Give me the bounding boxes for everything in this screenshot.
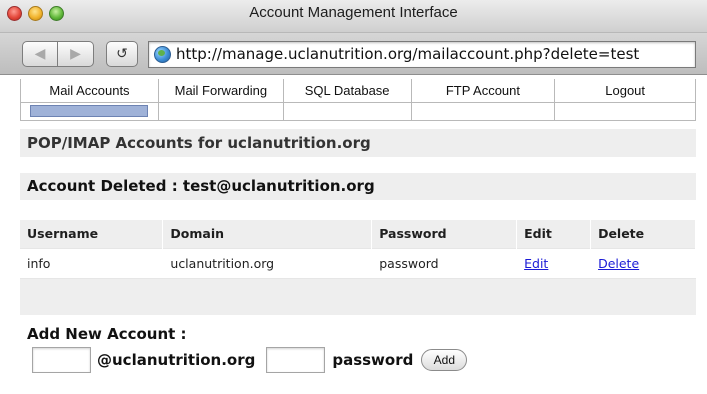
add-account-title: Add New Account : xyxy=(27,325,187,343)
column-header-delete: Delete xyxy=(590,220,696,248)
cell-username: info xyxy=(20,247,164,279)
empty-cell xyxy=(516,277,592,315)
domain-suffix-label: @uclanutrition.org xyxy=(97,351,256,369)
password-label: password xyxy=(332,351,414,369)
nav-spacer-cell xyxy=(282,102,412,121)
nav-mail-accounts[interactable]: Mail Accounts xyxy=(20,79,159,103)
edit-link[interactable]: Edit xyxy=(524,256,548,271)
accounts-table: Username Domain Password Edit Delete inf… xyxy=(20,220,696,315)
nav-mail-forwarding[interactable]: Mail Forwarding xyxy=(157,79,284,103)
main-nav: Mail Accounts Mail Forwarding SQL Databa… xyxy=(20,79,696,121)
cell-delete: Delete xyxy=(590,247,696,279)
column-header-domain: Domain xyxy=(162,220,373,248)
empty-cell xyxy=(371,277,518,315)
column-header-edit: Edit xyxy=(516,220,592,248)
table-row: info uclanutrition.org password Edit Del… xyxy=(20,247,696,279)
empty-cell xyxy=(162,277,373,315)
forward-button[interactable]: ▶ xyxy=(58,41,94,67)
add-button[interactable]: Add xyxy=(421,349,468,371)
new-password-input[interactable] xyxy=(266,347,326,373)
window-title: Account Management Interface xyxy=(249,4,458,21)
back-button[interactable]: ◀ xyxy=(22,41,58,67)
cell-password: password xyxy=(371,247,518,279)
browser-toolbar: ◀ ▶ ↺ http://manage.uclanutrition.org/ma… xyxy=(0,33,707,75)
nav-spacer-cell xyxy=(554,102,696,121)
cell-edit: Edit xyxy=(516,247,592,279)
add-account-form: Add New Account : @uclanutrition.org pas… xyxy=(20,316,696,382)
section-header: POP/IMAP Accounts for uclanutrition.org xyxy=(20,129,696,157)
url-text[interactable]: http://manage.uclanutrition.org/mailacco… xyxy=(176,45,639,63)
nav-spacer-cell xyxy=(157,102,284,121)
column-header-username: Username xyxy=(20,220,164,248)
empty-cell xyxy=(590,277,696,315)
nav-logout[interactable]: Logout xyxy=(554,79,696,103)
address-bar[interactable]: http://manage.uclanutrition.org/mailacco… xyxy=(148,41,696,68)
section-title: POP/IMAP Accounts for uclanutrition.org xyxy=(27,134,371,152)
cell-domain: uclanutrition.org xyxy=(162,247,373,279)
new-username-input[interactable] xyxy=(32,347,91,373)
back-arrow-icon: ◀ xyxy=(34,46,46,62)
reload-button[interactable]: ↺ xyxy=(106,41,138,67)
nav-sql-database[interactable]: SQL Database xyxy=(282,79,412,103)
nav-ftp-account[interactable]: FTP Account xyxy=(410,79,556,103)
page-content: Mail Accounts Mail Forwarding SQL Databa… xyxy=(0,76,707,394)
status-message: Account Deleted : test@uclanutrition.org xyxy=(27,177,375,195)
empty-cell xyxy=(20,277,164,315)
table-empty-row xyxy=(20,277,696,315)
status-banner: Account Deleted : test@uclanutrition.org xyxy=(20,173,696,200)
table-header-row: Username Domain Password Edit Delete xyxy=(20,220,696,248)
column-header-password: Password xyxy=(371,220,518,248)
reload-icon: ↺ xyxy=(116,46,128,62)
window-titlebar: Account Management Interface xyxy=(0,0,707,33)
forward-arrow-icon: ▶ xyxy=(70,46,81,62)
globe-icon xyxy=(154,46,171,63)
active-tab-indicator xyxy=(30,105,149,117)
nav-active-cell xyxy=(20,102,159,121)
add-account-row: @uclanutrition.org password Add xyxy=(32,347,468,373)
nav-spacer-cell xyxy=(410,102,556,121)
delete-link[interactable]: Delete xyxy=(598,256,639,271)
